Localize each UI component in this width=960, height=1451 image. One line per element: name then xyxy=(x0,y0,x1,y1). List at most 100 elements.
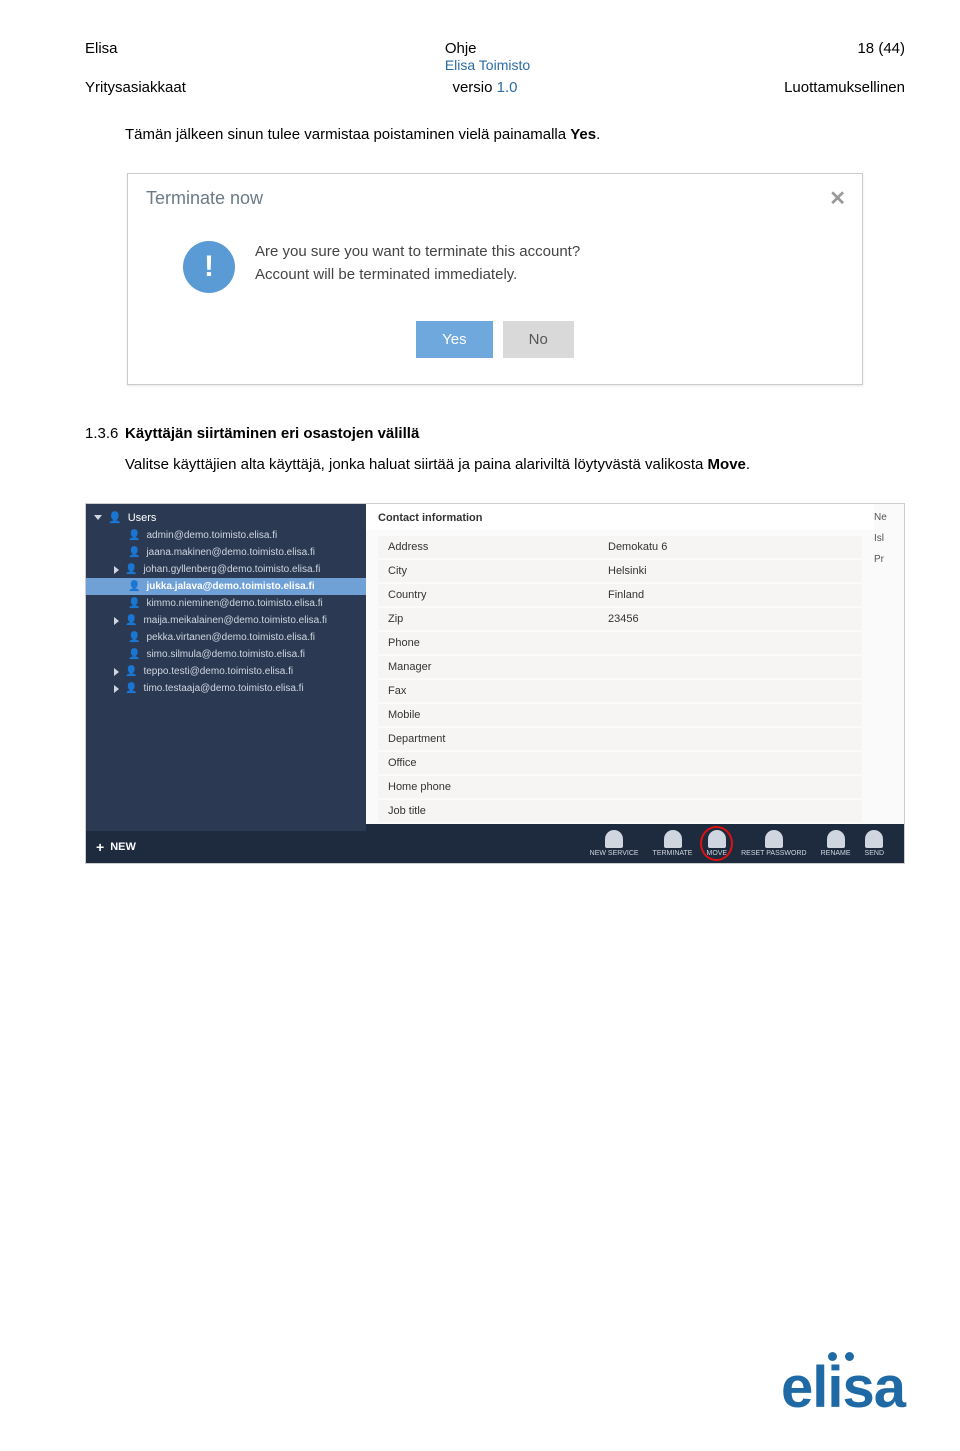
sidebar: 👤 Users 👤 admin@demo.toimisto.elisa.fi 👤ja… xyxy=(86,504,366,863)
chevron-right-icon xyxy=(114,685,119,693)
contact-heading: Contact information xyxy=(366,504,874,530)
elisa-logo: elisa xyxy=(781,1354,905,1421)
user-icon: 👤 xyxy=(128,530,140,541)
field-label: Home phone xyxy=(378,776,598,798)
user-icon: 👤 xyxy=(128,581,140,592)
field-value[interactable]: Finland xyxy=(598,584,862,606)
field-row: CityHelsinki xyxy=(378,560,862,582)
field-value[interactable] xyxy=(598,662,862,672)
sidebar-item-user[interactable]: 👤jaana.makinen@demo.toimisto.elisa.fi xyxy=(86,544,366,561)
yes-button[interactable]: Yes xyxy=(416,321,492,358)
field-value[interactable] xyxy=(598,758,862,768)
close-icon[interactable]: ✕ xyxy=(829,186,846,211)
toolbar-label: RESET PASSWORD xyxy=(741,850,806,857)
new-service-button[interactable]: NEW SERVICE xyxy=(588,830,641,857)
sidebar-item-user[interactable]: 👤 admin@demo.toimisto.elisa.fi xyxy=(86,527,366,544)
send-icon xyxy=(865,830,883,848)
sidebar-item-user[interactable]: 👤simo.silmula@demo.toimisto.elisa.fi xyxy=(86,646,366,663)
intro-paragraph: Tämän jälkeen sinun tulee varmistaa pois… xyxy=(125,126,905,143)
user-icon: 👤 xyxy=(125,564,137,575)
toolbar-label: RENAME xyxy=(821,850,851,857)
user-icon: 👤 xyxy=(128,598,140,609)
chevron-right-icon xyxy=(114,668,119,676)
sidebar-item-user[interactable]: 👤 jukka.jalava@demo.toimisto.elisa.fi xyxy=(86,578,366,595)
product-name: Elisa Toimisto xyxy=(445,57,530,73)
field-label: Phone xyxy=(378,632,598,654)
sidebar-item-user[interactable]: 👤kimmo.nieminen@demo.toimisto.elisa.fi xyxy=(86,595,366,612)
reset-password-icon xyxy=(765,830,783,848)
toolbar-label: NEW SERVICE xyxy=(590,850,639,857)
confidential-label: Luottamuksellinen xyxy=(784,79,905,96)
field-row: Home phone xyxy=(378,776,862,798)
sidebar-item-label: simo.silmula@demo.toimisto.elisa.fi xyxy=(146,649,305,660)
modal-message: Are you sure you want to terminate this … xyxy=(255,241,580,286)
rename-button[interactable]: RENAME xyxy=(819,830,853,857)
field-row: Zip23456 xyxy=(378,608,862,630)
main-panel: Contact information AddressDemokatu 6Cit… xyxy=(366,504,904,863)
field-row: Job title xyxy=(378,800,862,822)
sidebar-item-user[interactable]: 👤pekka.virtanen@demo.toimisto.elisa.fi xyxy=(86,629,366,646)
sidebar-root-users[interactable]: 👤 Users xyxy=(86,508,366,527)
toolbar-label: TERMINATE xyxy=(653,850,693,857)
right-column: Ne Isl Pr xyxy=(874,504,904,824)
field-row: Fax xyxy=(378,680,862,702)
right-col-item: Ne xyxy=(874,512,900,523)
sidebar-item-label: maija.meikalainen@demo.toimisto.elisa.fi xyxy=(143,615,327,626)
field-label: Manager xyxy=(378,656,598,678)
field-row: Mobile xyxy=(378,704,862,726)
modal-title: Terminate now xyxy=(146,188,263,209)
reset-password-button[interactable]: RESET PASSWORD xyxy=(739,830,808,857)
send-button[interactable]: SEND xyxy=(863,830,886,857)
field-row: Office xyxy=(378,752,862,774)
sidebar-item-user[interactable]: 👤 timo.testaaja@demo.toimisto.elisa.fi xyxy=(86,680,366,697)
field-label: Department xyxy=(378,728,598,750)
field-row: CountryFinland xyxy=(378,584,862,606)
field-value[interactable]: Demokatu 6 xyxy=(598,536,862,558)
move-icon xyxy=(708,830,726,848)
user-icon: 👤 xyxy=(108,511,122,524)
user-icon: 👤 xyxy=(128,547,140,558)
sidebar-item-label: admin@demo.toimisto.elisa.fi xyxy=(146,530,277,541)
user-icon: 👤 xyxy=(125,683,137,694)
bottom-toolbar: NEW SERVICE TERMINATE MOVE RESET PASSWORD RE… xyxy=(366,824,904,863)
terminate-button[interactable]: TERMINATE xyxy=(651,830,695,857)
field-label: City xyxy=(378,560,598,582)
section-body: Valitse käyttäjien alta käyttäjä, jonka … xyxy=(125,456,905,473)
field-value[interactable]: Helsinki xyxy=(598,560,862,582)
field-value[interactable] xyxy=(598,638,862,648)
no-button[interactable]: No xyxy=(503,321,574,358)
sidebar-item-label: timo.testaaja@demo.toimisto.elisa.fi xyxy=(143,683,303,694)
field-value[interactable] xyxy=(598,686,862,696)
terminate-icon xyxy=(664,830,682,848)
field-value[interactable] xyxy=(598,782,862,792)
user-icon: 👤 xyxy=(125,666,137,677)
section-heading: 1.3.6Käyttäjän siirtäminen eri osastojen… xyxy=(85,425,905,442)
sidebar-item-label: jukka.jalava@demo.toimisto.elisa.fi xyxy=(146,581,314,592)
field-label: Job title xyxy=(378,800,598,822)
field-value[interactable] xyxy=(598,710,862,720)
new-button[interactable]: + NEW xyxy=(86,831,366,863)
sidebar-item-user[interactable]: 👤teppo.testi@demo.toimisto.elisa.fi xyxy=(86,663,366,680)
company-name: Elisa xyxy=(85,40,118,57)
app-screenshot: 👤 Users 👤 admin@demo.toimisto.elisa.fi 👤ja… xyxy=(85,503,905,864)
new-service-icon xyxy=(605,830,623,848)
field-value[interactable]: 23456 xyxy=(598,608,862,630)
sidebar-item-user[interactable]: 👤 maija.meikalainen@demo.toimisto.elisa.f… xyxy=(86,612,366,629)
field-label: Office xyxy=(378,752,598,774)
right-col-item: Pr xyxy=(874,554,900,565)
rename-icon xyxy=(827,830,845,848)
right-col-item: Isl xyxy=(874,533,900,544)
field-value[interactable] xyxy=(598,734,862,744)
user-icon: 👤 xyxy=(125,615,137,626)
field-value[interactable] xyxy=(598,806,862,816)
move-button[interactable]: MOVE xyxy=(704,830,729,857)
toolbar-label: MOVE xyxy=(706,850,727,857)
chevron-right-icon xyxy=(114,617,119,625)
field-label: Fax xyxy=(378,680,598,702)
sidebar-item-user[interactable]: 👤johan.gyllenberg@demo.toimisto.elisa.fi xyxy=(86,561,366,578)
doc-type: Ohje xyxy=(445,40,530,57)
audience: Yritysasiakkaat xyxy=(85,79,186,96)
field-label: Zip xyxy=(378,608,598,630)
plus-icon: + xyxy=(96,839,104,855)
version: versio 1.0 xyxy=(452,79,517,96)
